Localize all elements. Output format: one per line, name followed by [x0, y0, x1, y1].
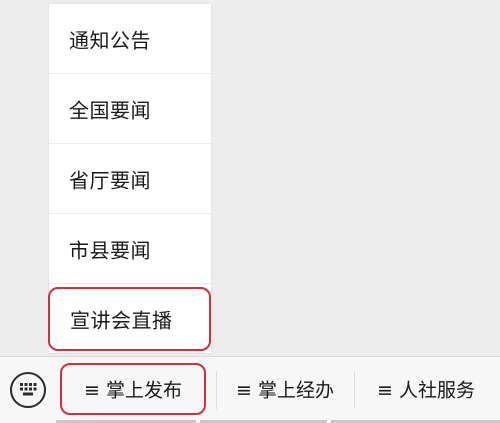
tab-hr-services[interactable]: ≡ 人社服务 [356, 363, 496, 415]
menu-lines-icon: ≡ [84, 379, 100, 402]
menu-item-label: 省厅要闻 [69, 168, 151, 192]
keyboard-toggle-button[interactable] [10, 372, 46, 408]
tab-divider [354, 371, 355, 409]
menu-item-city-county-news[interactable]: 市县要闻 [49, 214, 211, 284]
tab-mobile-service[interactable]: ≡ 掌上经办 [218, 363, 352, 415]
keyboard-icon [20, 383, 37, 396]
menu-item-provincial-news[interactable]: 省厅要闻 [49, 144, 211, 214]
menu-lines-icon: ≡ [236, 379, 252, 402]
tab-label: ≡ 人社服务 [377, 379, 475, 402]
bottom-menu-bar: ≡ 掌上发布 ≡ 掌上经办 ≡ 人社服务 [0, 356, 500, 423]
menu-item-notices[interactable]: 通知公告 [49, 4, 211, 74]
menu-item-label: 宣讲会直播 [70, 308, 173, 333]
menu-item-national-news[interactable]: 全国要闻 [49, 74, 211, 144]
menu-item-livestream[interactable]: 宣讲会直播 [48, 287, 211, 351]
tab-divider [216, 371, 217, 409]
menu-item-label: 市县要闻 [69, 238, 151, 262]
menu-item-label: 全国要闻 [69, 98, 151, 122]
submenu-popup: 通知公告 全国要闻 省厅要闻 市县要闻 宣讲会直播 [48, 4, 211, 353]
tab-mobile-publish[interactable]: ≡ 掌上发布 [60, 363, 206, 415]
tab-label: ≡ 掌上经办 [236, 379, 334, 402]
menu-lines-icon: ≡ [377, 379, 393, 402]
menu-item-label: 通知公告 [69, 28, 151, 52]
tab-label: ≡ 掌上发布 [84, 379, 182, 402]
